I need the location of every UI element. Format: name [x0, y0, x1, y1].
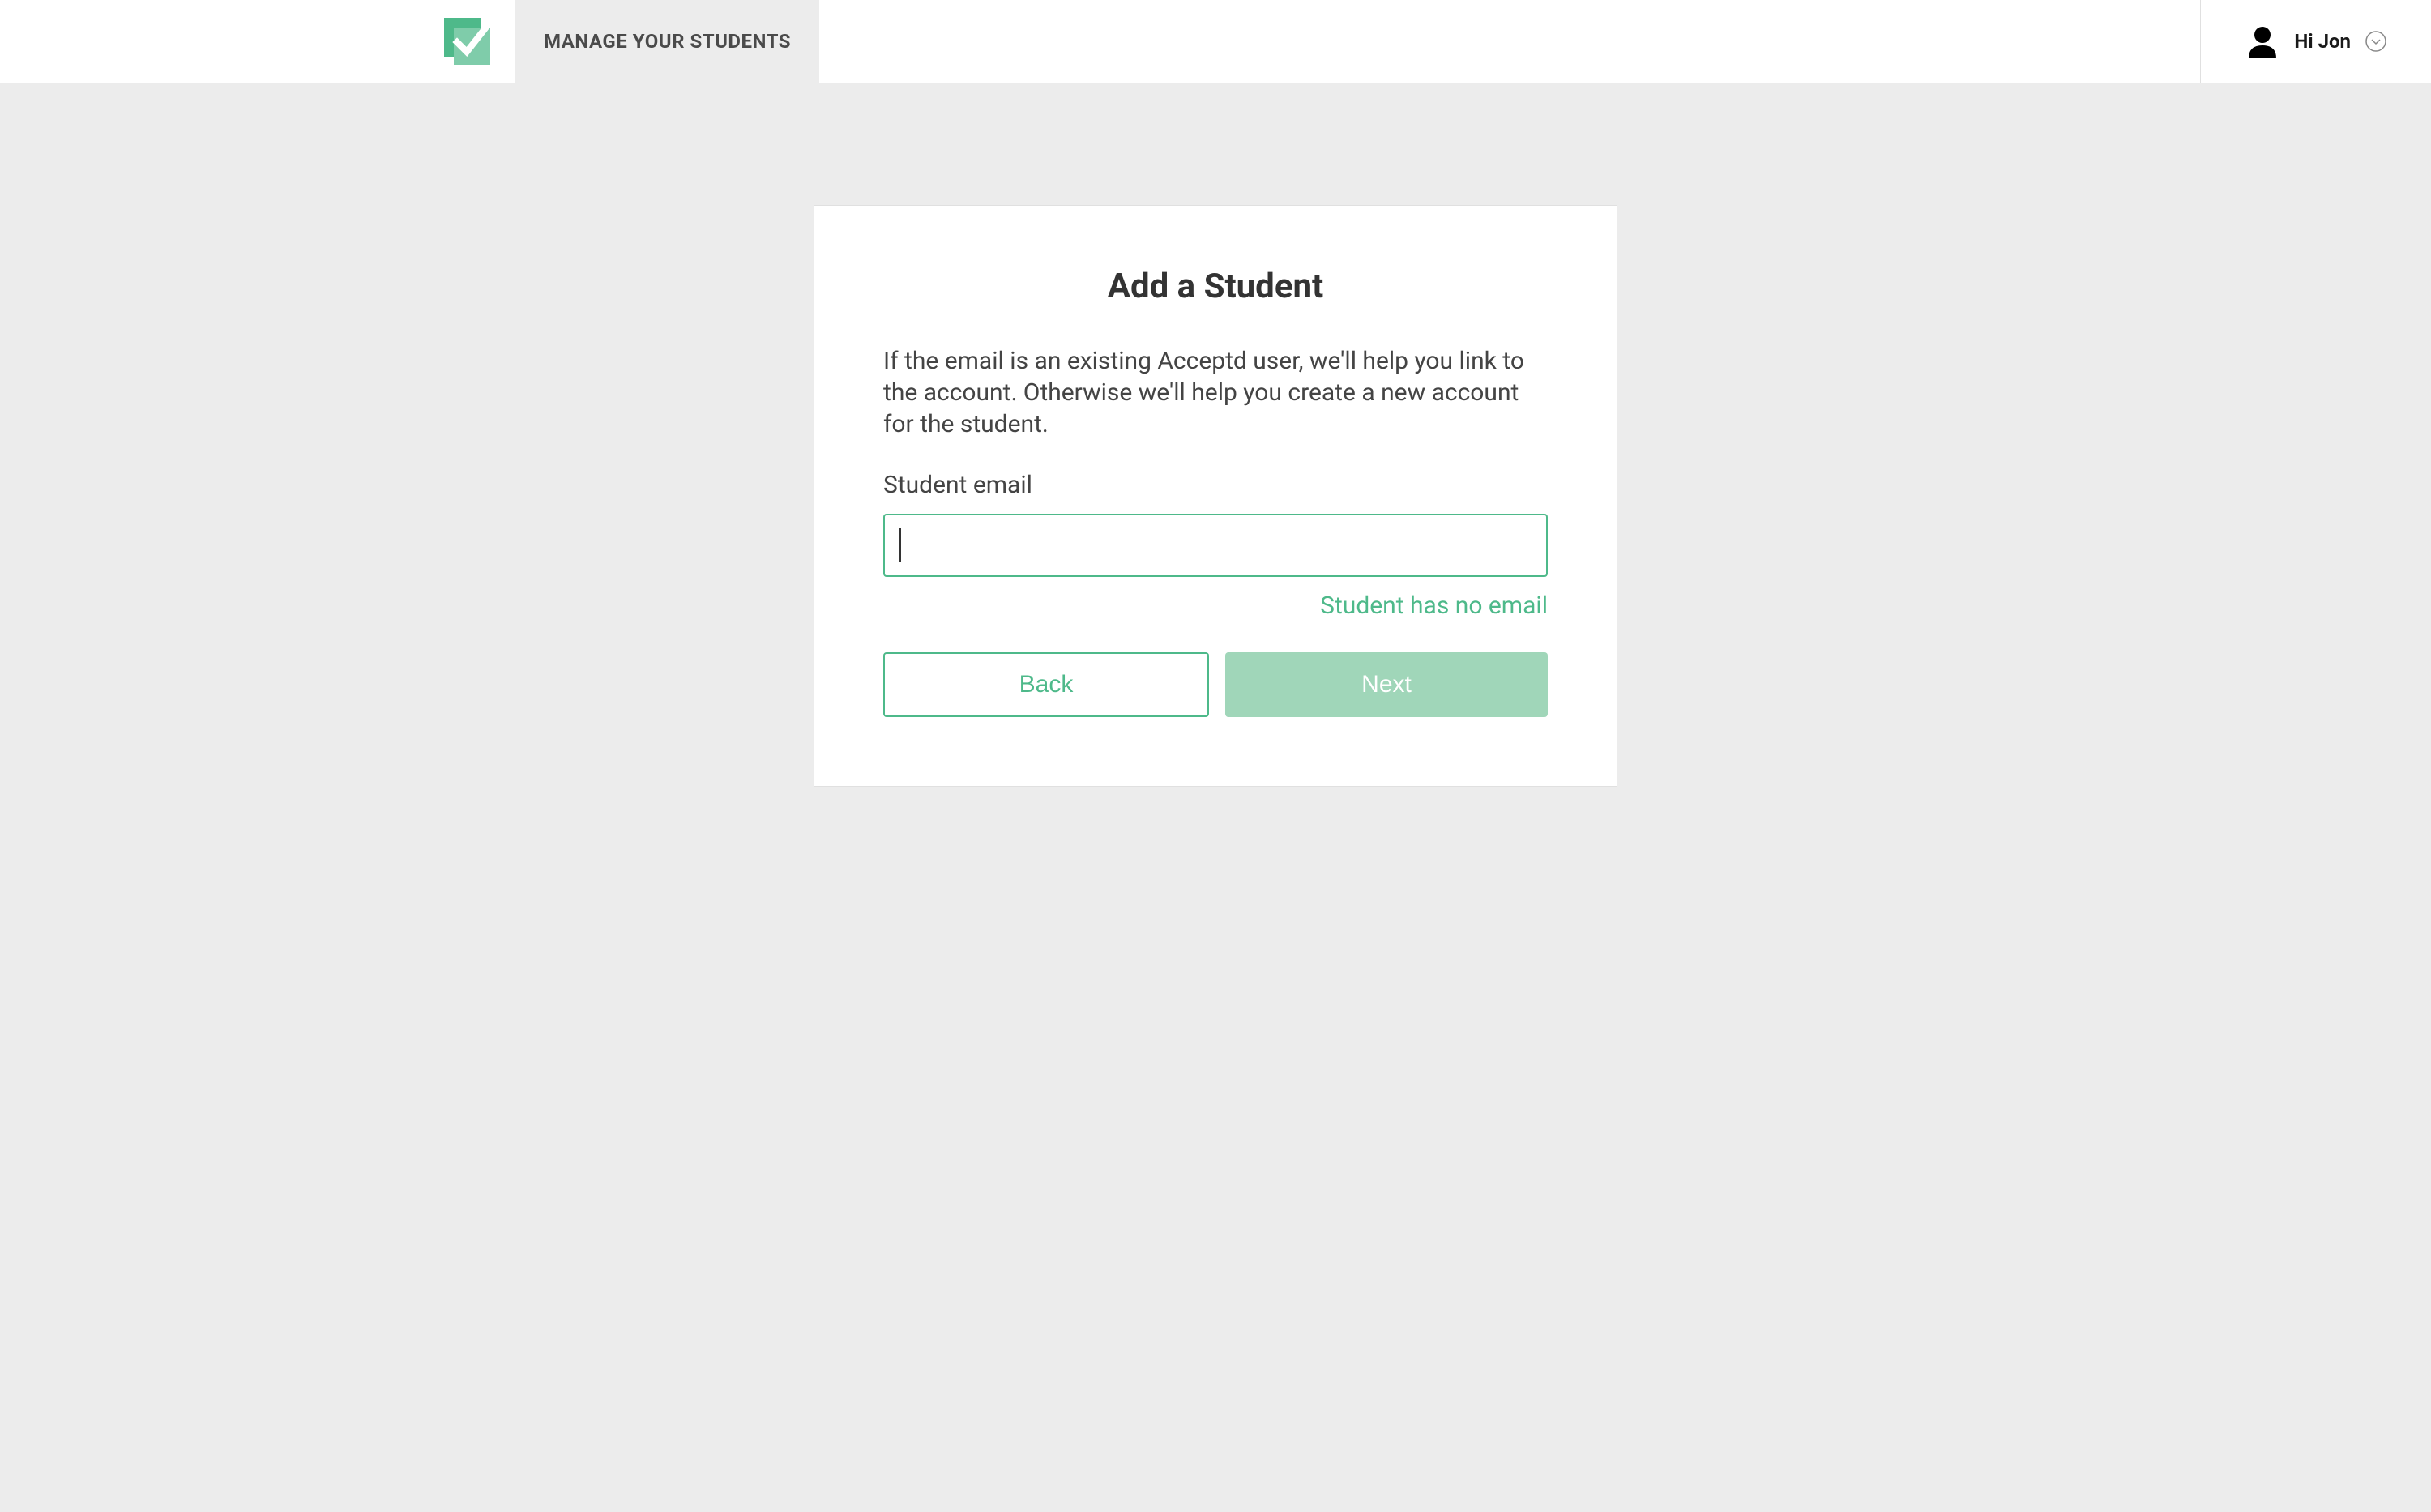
- chevron-down-icon: [2365, 31, 2386, 52]
- no-email-link[interactable]: Student has no email: [1320, 592, 1548, 620]
- header: MANAGE YOUR STUDENTS Hi Jon: [0, 0, 2431, 83]
- user-greeting: Hi Jon: [2294, 30, 2351, 53]
- back-button[interactable]: Back: [883, 652, 1209, 717]
- email-label: Student email: [883, 471, 1548, 499]
- header-right: Hi Jon: [2200, 0, 2431, 83]
- logo-wrapper: [0, 0, 515, 83]
- user-menu[interactable]: Hi Jon: [2245, 24, 2386, 58]
- next-button[interactable]: Next: [1225, 652, 1548, 717]
- card-description: If the email is an existing Acceptd user…: [883, 345, 1548, 440]
- card-title: Add a Student: [883, 267, 1548, 306]
- main-content: Add a Student If the email is an existin…: [0, 83, 2431, 787]
- nav-tab-label: MANAGE YOUR STUDENTS: [544, 30, 791, 53]
- header-left: MANAGE YOUR STUDENTS: [0, 0, 819, 83]
- nav-tab-manage-students[interactable]: MANAGE YOUR STUDENTS: [515, 0, 819, 83]
- app-logo[interactable]: [444, 18, 491, 65]
- add-student-card: Add a Student If the email is an existin…: [814, 205, 1617, 787]
- email-input-wrapper: [883, 514, 1548, 577]
- button-row: Back Next: [883, 652, 1548, 717]
- student-email-input[interactable]: [883, 514, 1548, 577]
- link-row: Student has no email: [883, 592, 1548, 620]
- user-avatar-icon: [2245, 24, 2279, 58]
